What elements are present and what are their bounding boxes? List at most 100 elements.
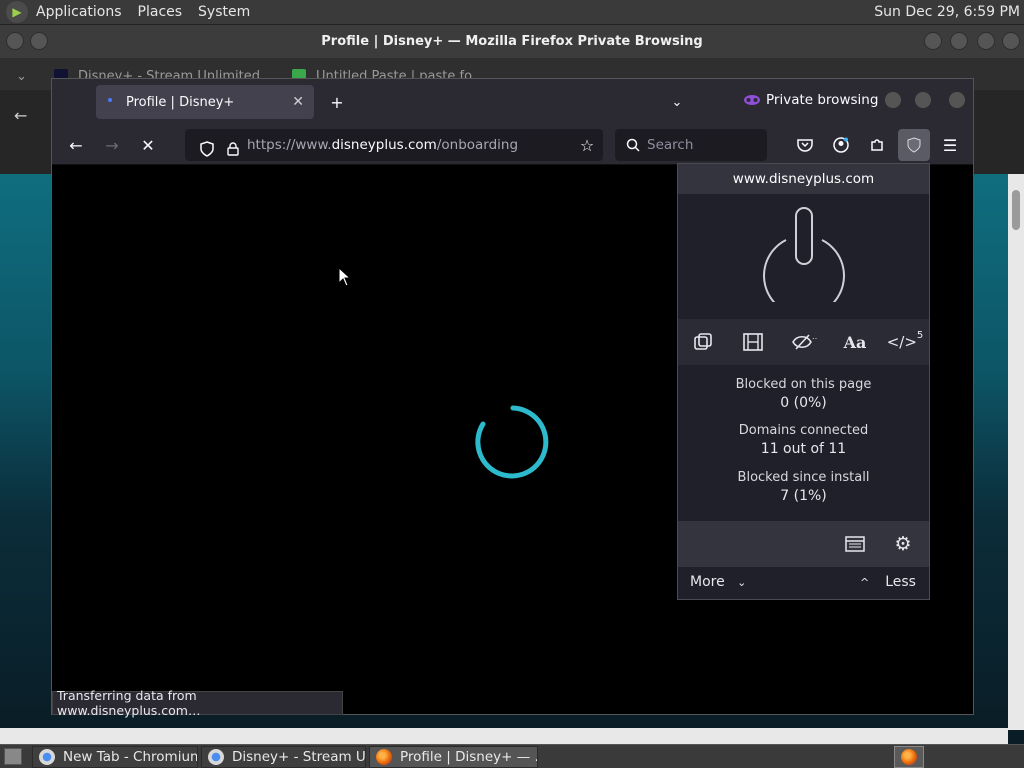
tab-profile-disney[interactable]: Profile | Disney+ ✕ <box>96 85 314 119</box>
taskbar-item-chromium-disney[interactable]: Disney+ - Stream U... <box>201 746 366 768</box>
system-menu[interactable]: System <box>190 4 258 20</box>
popup-block-icon[interactable] <box>686 327 720 357</box>
ublock-tools-row: … Aa </>5 <box>678 319 929 365</box>
tracking-protection-shield-icon[interactable] <box>193 135 221 163</box>
account-icon[interactable] <box>827 131 855 159</box>
url-prefix: https://www. <box>247 137 332 153</box>
taskbar-label: Disney+ - Stream U... <box>232 749 366 765</box>
remote-fonts-icon[interactable]: Aa <box>838 327 872 357</box>
extensions-puzzle-icon[interactable] <box>863 131 891 159</box>
tab-title: Profile | Disney+ <box>126 94 235 110</box>
vertical-scrollbar[interactable] <box>1008 174 1024 730</box>
ublock-action-row: ⚙ <box>678 521 929 567</box>
top-panel: ▶ Applications Places System Sun Dec 29,… <box>0 0 1024 25</box>
ublock-footer: More ⌄ ^ Less <box>678 567 929 599</box>
loading-spinner-icon <box>475 405 549 479</box>
blocked-install-label: Blocked since install <box>737 470 870 485</box>
logger-icon[interactable] <box>838 529 872 559</box>
font-tool-label: Aa <box>843 332 867 352</box>
blocked-page-value: 0 (0%) <box>780 395 827 411</box>
window-shade-icon[interactable] <box>30 32 48 50</box>
clock[interactable]: Sun Dec 29, 6:59 PM <box>874 4 1024 20</box>
distro-logo-icon[interactable]: ▶ <box>6 1 28 23</box>
close-window-icon[interactable] <box>1002 32 1020 50</box>
outer-window-title: Profile | Disney+ — Mozilla Firefox Priv… <box>321 34 703 49</box>
search-icon <box>619 131 647 159</box>
mouse-cursor-icon <box>338 267 352 287</box>
back-icon[interactable]: ← <box>62 131 90 159</box>
stop-icon[interactable]: ✕ <box>134 131 162 159</box>
cosmetic-filter-eye-icon[interactable]: … <box>788 327 822 357</box>
more-button[interactable]: More ⌄ <box>690 574 746 590</box>
taskbar-item-firefox-profile[interactable]: Profile | Disney+ — ... <box>369 746 538 768</box>
chromium-icon <box>208 749 224 765</box>
status-panel: Transferring data from www.disneyplus.co… <box>52 688 343 718</box>
blocked-since-install: Blocked since install 7 (1%) <box>678 470 929 504</box>
hostname-text: www.disneyplus.com <box>732 171 875 187</box>
firefox-private-window: Profile | Disney+ ✕ + ⌄ Private browsing… <box>51 78 974 718</box>
maximize-icon[interactable] <box>950 32 968 50</box>
list-tabs-icon[interactable]: ⌄ <box>8 62 34 90</box>
dashboard-gears-icon[interactable]: ⚙ <box>886 529 920 559</box>
media-block-icon[interactable] <box>736 327 770 357</box>
pocket-icon[interactable] <box>791 131 819 159</box>
ff-minimize-icon[interactable] <box>884 91 902 109</box>
forward-icon[interactable]: → <box>98 131 126 159</box>
hamburger-menu-icon[interactable]: ☰ <box>936 131 964 159</box>
power-switch-icon[interactable] <box>756 202 852 302</box>
navigation-toolbar: ← → ✕ https://www. disneyplus.com/onboard… <box>52 125 973 165</box>
loading-favicon-icon <box>108 98 112 102</box>
svg-text:…: … <box>812 333 818 341</box>
firefox-icon <box>376 749 392 765</box>
status-text: Transferring data from www.disneyplus.co… <box>57 688 201 718</box>
blocked-page-label: Blocked on this page <box>735 377 872 392</box>
chevron-up-icon: ^ <box>860 576 870 589</box>
domains-label: Domains connected <box>738 423 869 438</box>
tab-bar: Profile | Disney+ ✕ + ⌄ Private browsing <box>52 79 973 125</box>
taskbar: New Tab - Chromium Disney+ - Stream U...… <box>0 744 1024 768</box>
ff-maximize-icon[interactable] <box>914 91 932 109</box>
show-desktop-icon[interactable] <box>4 748 22 765</box>
taskbar-label: New Tab - Chromium <box>63 749 198 765</box>
lock-icon[interactable] <box>219 135 247 163</box>
close-tab-icon[interactable]: ✕ <box>292 94 304 110</box>
blocked-install-value: 7 (1%) <box>780 488 827 504</box>
domains-value: 11 out of 11 <box>760 441 847 457</box>
less-button[interactable]: ^ Less <box>860 574 916 590</box>
new-tab-icon[interactable]: + <box>323 88 351 116</box>
chromium-icon <box>39 749 55 765</box>
scripts-code-icon[interactable]: </> 5 <box>887 327 924 357</box>
places-menu[interactable]: Places <box>130 4 191 20</box>
script-count: 5 <box>916 329 924 341</box>
more-label: More <box>690 574 725 590</box>
less-label: Less <box>885 574 916 590</box>
ublock-popup: www.disneyplus.com … Aa </>5 Blocked on … <box>677 163 930 600</box>
window-menu-icon[interactable] <box>6 32 24 50</box>
ublock-origin-icon[interactable] <box>898 129 930 161</box>
blocked-on-page: Blocked on this page 0 (0%) <box>678 377 929 411</box>
workspace-switcher[interactable] <box>894 746 924 768</box>
private-mask-icon <box>744 95 760 105</box>
scrollbar-thumb[interactable] <box>1012 190 1020 230</box>
url-bar[interactable]: https://www. disneyplus.com/onboarding ☆ <box>185 129 603 161</box>
firefox-workspace-icon <box>901 749 917 765</box>
private-browsing-indicator: Private browsing <box>744 92 878 108</box>
ff-close-icon[interactable] <box>948 91 966 109</box>
close-icon[interactable] <box>977 32 995 50</box>
chevron-down-icon: ⌄ <box>737 576 747 589</box>
bookmark-star-icon[interactable]: ☆ <box>573 131 601 159</box>
url-path: /onboarding <box>436 137 519 153</box>
taskbar-label: Profile | Disney+ — ... <box>400 749 538 765</box>
applications-menu[interactable]: Applications <box>28 4 130 20</box>
url-host: disneyplus.com <box>331 137 437 153</box>
search-placeholder: Search <box>647 137 694 153</box>
domains-connected: Domains connected 11 out of 11 <box>678 423 929 457</box>
search-bar[interactable]: Search <box>615 129 767 161</box>
outer-window-titlebar: Profile | Disney+ — Mozilla Firefox Priv… <box>0 25 1024 58</box>
taskbar-item-chromium-newtab[interactable]: New Tab - Chromium <box>32 746 198 768</box>
horizontal-scrollbar[interactable] <box>0 728 1008 744</box>
ublock-hostname: www.disneyplus.com <box>678 164 929 194</box>
minimize-icon[interactable] <box>924 32 942 50</box>
back-arrow-icon[interactable]: ← <box>14 106 27 125</box>
list-all-tabs-icon[interactable]: ⌄ <box>663 88 691 116</box>
